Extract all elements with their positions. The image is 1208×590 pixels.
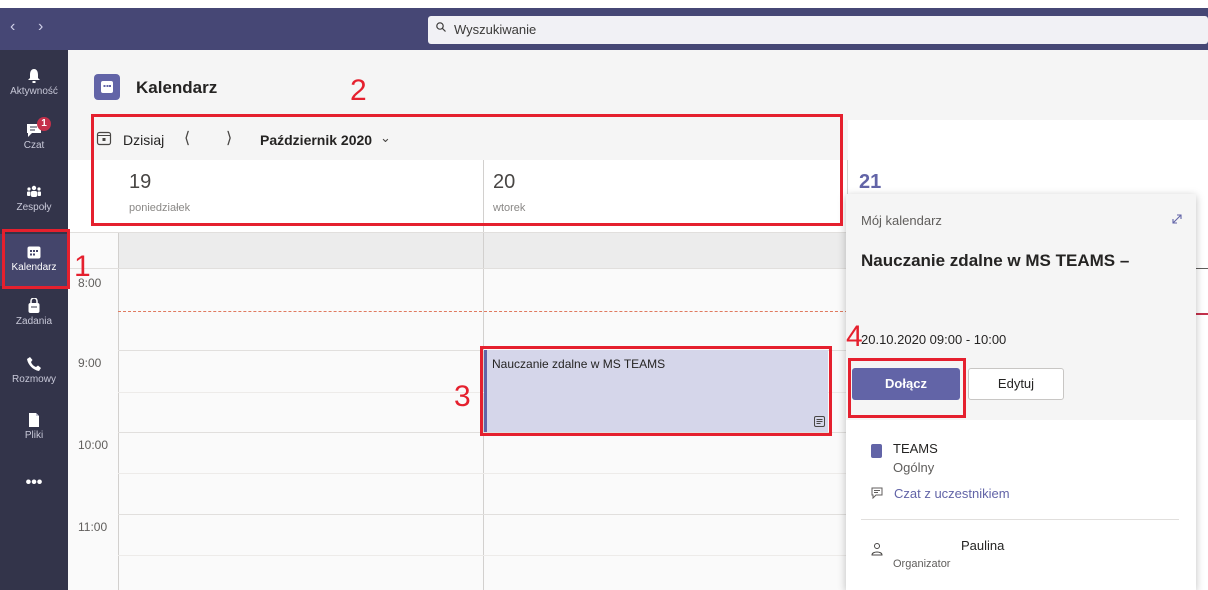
notification-badge: 1 <box>37 117 51 131</box>
grid-line <box>1196 268 1208 269</box>
teams-icon <box>27 185 41 197</box>
current-time-marker <box>1196 313 1208 315</box>
file-icon <box>29 413 39 427</box>
card-divider <box>861 519 1179 520</box>
rail-item-chat[interactable]: Czat <box>0 122 68 151</box>
annotation-box-calendar <box>2 229 70 289</box>
chat-icon <box>871 487 883 499</box>
rail-item-assignments[interactable]: Zadania <box>0 298 68 327</box>
card-datetime: 20.10.2020 09:00 - 10:00 <box>861 332 1007 347</box>
calendar-app-icon <box>94 74 120 100</box>
grid-line <box>118 514 848 515</box>
card-meeting-title: Nauczanie zdalne w MS TEAMS – <box>861 251 1130 270</box>
chat-with-participants-link[interactable]: Czat z uczestnikiem <box>894 486 1010 501</box>
page-title: Kalendarz <box>136 78 218 97</box>
phone-icon <box>27 357 41 371</box>
rail-label: Aktywność <box>10 86 58 97</box>
time-label: 9:00 <box>78 356 102 370</box>
channel-name: Ogólny <box>893 460 935 475</box>
grid-line <box>118 473 848 474</box>
annotation-number: 1 <box>74 250 91 283</box>
grid-line <box>118 232 119 590</box>
grid-line <box>68 232 848 233</box>
edit-button[interactable]: Edytuj <box>968 368 1064 400</box>
bell-icon <box>28 69 40 83</box>
expand-icon[interactable] <box>1170 212 1184 226</box>
forward-icon[interactable]: › <box>38 18 43 36</box>
person-icon <box>871 543 883 556</box>
search-icon <box>436 22 446 32</box>
search-input[interactable]: Wyszukiwanie <box>428 16 1208 44</box>
rail-label: Zespoły <box>16 202 52 213</box>
card-calendar-label: Mój kalendarz <box>861 213 942 228</box>
grid-line <box>118 555 848 556</box>
channel-team-name: TEAMS <box>893 441 938 456</box>
rail-label: Zadania <box>15 316 53 327</box>
rail-item-files[interactable]: Pliki <box>0 412 68 441</box>
annotation-number: 4 <box>846 320 863 353</box>
current-time-line <box>118 311 848 312</box>
rail-item-teams[interactable]: Zespoły <box>0 184 68 213</box>
rail-label: Pliki <box>24 430 44 441</box>
rail-item-calls[interactable]: Rozmowy <box>0 356 68 385</box>
channel-icon <box>871 444 882 458</box>
time-label: 11:00 <box>78 520 108 534</box>
annotation-number: 2 <box>350 74 367 107</box>
rail-label: Rozmowy <box>12 374 56 385</box>
assignments-icon <box>28 298 40 313</box>
back-icon[interactable]: ‹ <box>10 18 15 36</box>
more-apps-icon[interactable]: ••• <box>0 474 68 492</box>
organizer-name: Paulina <box>961 538 1005 553</box>
annotation-box-toolbar <box>91 114 843 226</box>
page-header <box>68 50 1208 120</box>
rail-label: Czat <box>23 140 45 151</box>
annotation-box-join <box>848 358 966 418</box>
rail-item-activity[interactable]: Aktywność <box>0 68 68 97</box>
annotation-number: 3 <box>454 380 471 413</box>
annotation-box-event <box>480 346 832 436</box>
organizer-role: Organizator <box>893 558 951 570</box>
grid-line <box>68 268 848 269</box>
time-label: 10:00 <box>78 438 109 452</box>
day-number-today: 21 <box>859 171 882 193</box>
